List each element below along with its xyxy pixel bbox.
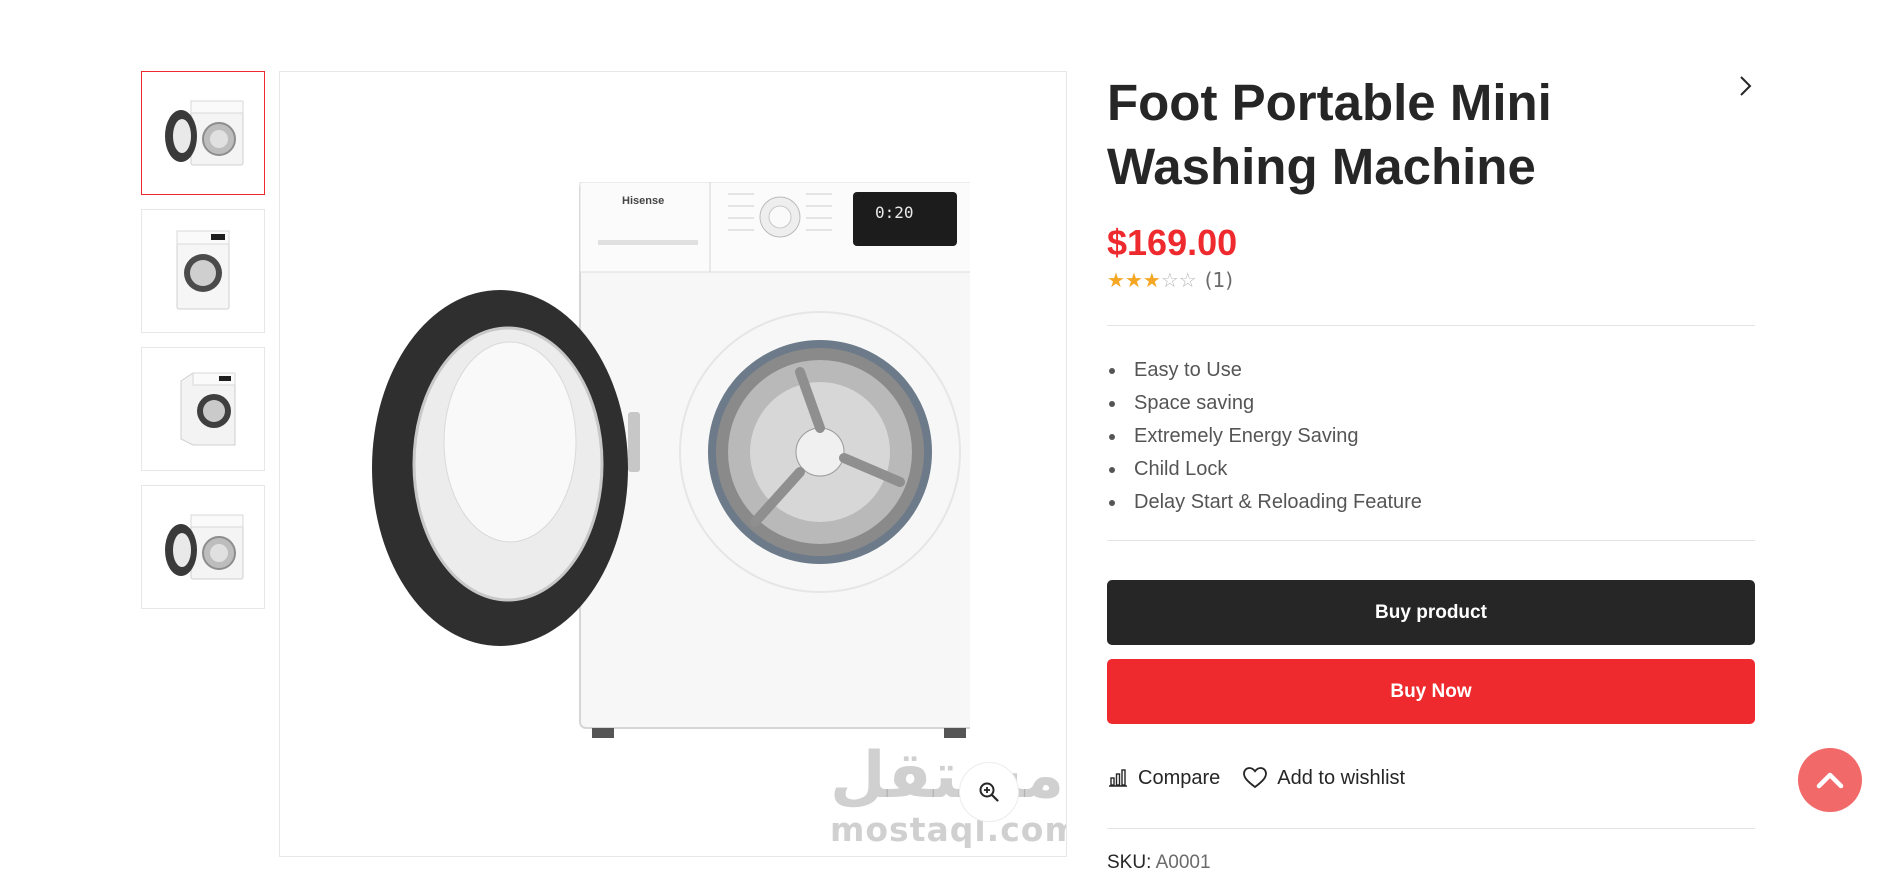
watermark: مستقل mostaql.com: [830, 739, 1067, 849]
next-product-button[interactable]: [1733, 74, 1757, 98]
buy-now-button[interactable]: Buy Now: [1107, 659, 1755, 724]
wishlist-label: Add to wishlist: [1277, 766, 1406, 789]
divider: [1107, 540, 1755, 541]
divider: [1107, 828, 1755, 829]
zoom-in-icon: [979, 782, 999, 802]
review-count[interactable]: (1): [1205, 268, 1233, 292]
buy-product-button[interactable]: Buy product: [1107, 580, 1755, 645]
compare-label: Compare: [1138, 766, 1221, 789]
watermark-arabic: مستقل: [830, 739, 1065, 813]
sku-line: SKU: A0001: [1107, 852, 1211, 870]
washing-machine-open-thumb: [165, 100, 244, 166]
star-filled-icon: ★: [1124, 268, 1143, 292]
scroll-to-top-button[interactable]: [1798, 748, 1862, 812]
zoom-button[interactable]: [959, 762, 1019, 822]
add-to-wishlist-button[interactable]: Add to wishlist: [1242, 766, 1405, 790]
feature-list: Easy to Use Space saving Extremely Energy …: [1107, 354, 1422, 519]
washing-machine-open-thumb: [165, 514, 244, 580]
chevron-up-icon: [1816, 772, 1844, 789]
bar-chart-icon: [1109, 769, 1127, 787]
heart-icon: [1243, 767, 1268, 789]
product-actions: Compare Add to wishlist: [1107, 766, 1427, 790]
rating-stars: ★ ★ ★ ☆ ☆: [1107, 270, 1197, 290]
product-info: Foot Portable Mini Washing Machine: [1107, 71, 1755, 199]
sku-label: SKU:: [1107, 852, 1152, 870]
main-product-image[interactable]: Hisense 0:20 مستقل mostaql.com: [279, 71, 1067, 857]
feature-item: Delay Start & Reloading Feature: [1107, 486, 1422, 519]
divider: [1107, 325, 1755, 326]
thumbnail-1[interactable]: [141, 71, 265, 195]
sku-value: A0001: [1155, 852, 1211, 870]
thumbnail-gallery: [141, 71, 265, 623]
chevron-right-icon: [1740, 76, 1752, 96]
brand-label: Hisense: [622, 195, 664, 207]
machine-display-readout: 0:20: [875, 203, 914, 222]
star-empty-icon: ☆: [1160, 268, 1179, 292]
washing-machine-front-thumb: [176, 230, 230, 310]
watermark-latin: mostaql.com: [830, 810, 1067, 849]
star-empty-icon: ☆: [1178, 268, 1197, 292]
thumbnail-2[interactable]: [141, 209, 265, 333]
feature-item: Easy to Use: [1107, 354, 1422, 387]
thumbnail-4[interactable]: [141, 485, 265, 609]
washing-machine-angled-thumb: [180, 372, 236, 446]
washing-machine-image: Hisense 0:20: [372, 182, 970, 738]
star-filled-icon: ★: [1142, 268, 1161, 292]
feature-item: Space saving: [1107, 387, 1422, 420]
product-price: $169.00: [1107, 222, 1238, 263]
compare-button[interactable]: Compare: [1107, 767, 1220, 790]
feature-item: Child Lock: [1107, 453, 1422, 486]
product-rating[interactable]: ★ ★ ★ ☆ ☆ (1): [1107, 268, 1233, 292]
product-title: Foot Portable Mini Washing Machine: [1107, 74, 1552, 195]
feature-item: Extremely Energy Saving: [1107, 420, 1422, 453]
thumbnail-3[interactable]: [141, 347, 265, 471]
star-filled-icon: ★: [1107, 268, 1125, 292]
